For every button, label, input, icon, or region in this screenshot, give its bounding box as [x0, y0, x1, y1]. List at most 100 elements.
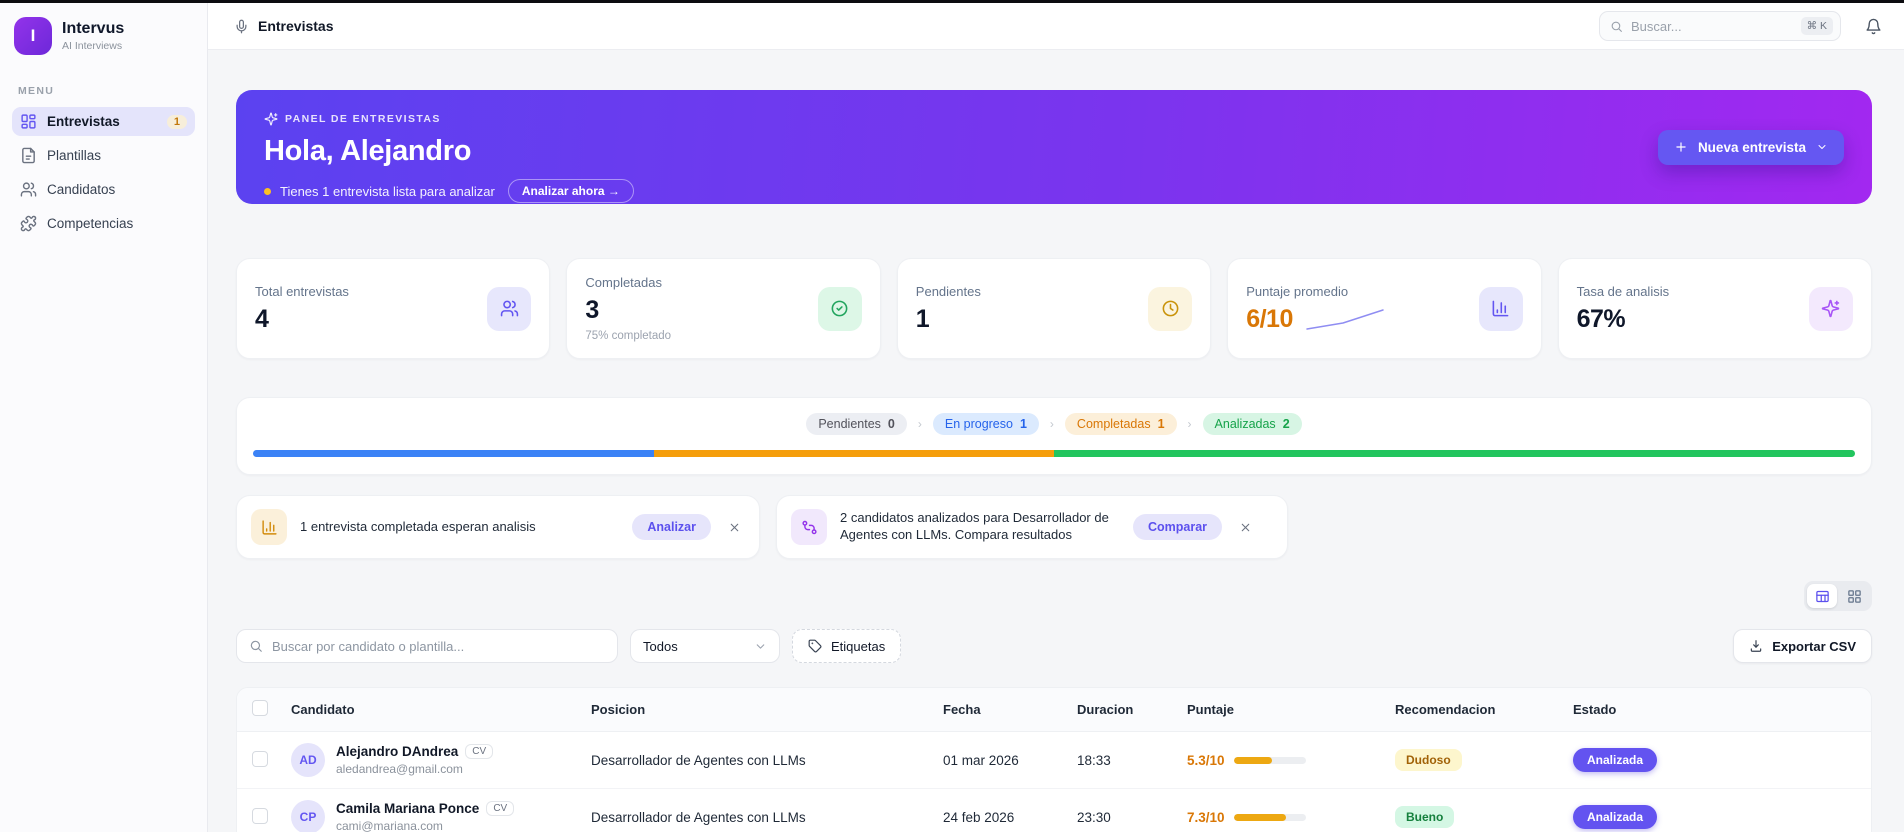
download-icon [1750, 640, 1762, 652]
column-header-status[interactable]: Estado [1565, 688, 1871, 732]
sidebar-item-candidatos[interactable]: Candidatos [12, 175, 195, 204]
sparkles-icon [1822, 299, 1840, 318]
global-search[interactable]: ⌘ K [1599, 11, 1841, 41]
candidate-name: Alejandro DAndrea [336, 744, 459, 759]
column-header-position[interactable]: Posicion [583, 688, 935, 732]
stage-analizadas[interactable]: Analizadas 2 [1202, 413, 1302, 435]
tags-filter-button[interactable]: Etiquetas [792, 629, 902, 663]
table-view-icon [1815, 590, 1829, 602]
stat-subtext: 75% completado [585, 330, 672, 342]
stat-label: Puntaje promedio [1246, 283, 1349, 299]
brand: I Intervus AI Interviews [12, 15, 195, 57]
bell-icon [1866, 18, 1881, 34]
cv-badge[interactable]: CV [465, 744, 494, 759]
bar-chart-icon [261, 519, 277, 535]
alert-text: 1 entrevista completada esperan analisis [300, 518, 536, 534]
notice-dot [264, 187, 271, 195]
stat-value: 6/10 [1246, 304, 1293, 333]
grid-view-icon [1847, 589, 1861, 603]
stat-value: 4 [255, 304, 269, 333]
column-header-recommendation[interactable]: Recomendacion [1387, 688, 1565, 732]
avatar: AD [291, 743, 325, 777]
score-bar-fill [1233, 813, 1287, 821]
column-header-date[interactable]: Fecha [935, 688, 1069, 732]
candidate-search-input[interactable] [272, 638, 605, 654]
row-checkbox[interactable] [252, 750, 268, 767]
stage-completadas[interactable]: Completadas 1 [1064, 413, 1177, 435]
score-sparkline [1306, 309, 1384, 330]
stage-label: En progreso [944, 417, 1013, 431]
compare-icon [801, 520, 817, 534]
stat-value: 67% [1576, 304, 1626, 333]
analyze-now-button[interactable]: Analizar ahora → [507, 179, 634, 203]
analyze-button[interactable]: Analizar [632, 514, 711, 540]
stage-separator: › [1049, 417, 1054, 431]
sidebar-item-competencias[interactable]: Competencias [12, 209, 195, 238]
stage-count: 0 [887, 417, 895, 431]
candidate-search[interactable] [236, 629, 618, 663]
table-view-button[interactable] [1807, 584, 1837, 608]
stat-label: Tasa de analisis [1576, 283, 1670, 299]
sidebar-item-entrevistas[interactable]: Entrevistas 1 [12, 107, 195, 136]
users-icon [500, 300, 519, 317]
date-cell: 24 feb 2026 [935, 788, 1069, 832]
avatar: CP [291, 800, 325, 832]
new-interview-button[interactable]: Nueva entrevista [1657, 129, 1844, 165]
score-bar [1233, 813, 1306, 821]
sidebar: I Intervus AI Interviews MENU Entrevista… [0, 3, 208, 832]
stage-en-progreso[interactable]: En progreso 1 [932, 413, 1039, 435]
clock-icon [1162, 300, 1179, 317]
status-filter-value: Todos [643, 638, 678, 654]
stage-count: 1 [1019, 417, 1027, 431]
select-all-checkbox[interactable] [252, 700, 268, 716]
sidebar-item-label: Plantillas [47, 148, 102, 163]
stat-value: 3 [585, 296, 599, 324]
tags-filter-label: Etiquetas [831, 638, 886, 654]
column-header-candidate[interactable]: Candidato [283, 688, 583, 732]
stage-label: Pendientes [818, 417, 881, 431]
check-circle-icon [831, 300, 848, 317]
stage-pendientes[interactable]: Pendientes 0 [806, 413, 907, 435]
stat-card-total: Total entrevistas 4 [236, 258, 551, 359]
export-csv-button[interactable]: Exportar CSV [1733, 629, 1872, 663]
dashboard-grid-icon [21, 114, 36, 129]
notifications-button[interactable] [1865, 18, 1882, 35]
stat-label: Completadas [585, 275, 662, 290]
hero-eyebrow-label: PANEL DE ENTREVISTAS [285, 113, 441, 125]
sparkles-icon [264, 112, 278, 126]
sidebar-item-label: Candidatos [47, 182, 116, 197]
puzzle-icon [20, 215, 37, 232]
candidate-name: Camila Mariana Ponce [336, 801, 480, 816]
close-icon[interactable] [1235, 517, 1256, 538]
app-root: I Intervus AI Interviews MENU Entrevista… [0, 3, 1904, 832]
compare-button[interactable]: Comparar [1133, 514, 1223, 540]
sidebar-item-plantillas[interactable]: Plantillas [12, 141, 195, 170]
search-shortcut-kbd: ⌘ K [1800, 17, 1833, 35]
close-icon[interactable] [724, 517, 745, 538]
row-checkbox[interactable] [252, 807, 268, 824]
alert-pending-analysis: 1 entrevista completada esperan analisis… [236, 495, 760, 559]
global-search-input[interactable] [1631, 18, 1793, 34]
column-header-score[interactable]: Puntaje [1179, 688, 1387, 732]
cv-badge[interactable]: CV [486, 801, 515, 816]
document-icon [22, 147, 35, 164]
sidebar-item-label: Entrevistas [47, 114, 120, 129]
status-filter-select[interactable]: Todos [630, 629, 780, 663]
view-toggle-row [236, 581, 1872, 611]
column-header-duration[interactable]: Duracion [1069, 688, 1179, 732]
sidebar-item-label: Competencias [47, 216, 134, 231]
stage-count: 2 [1282, 417, 1290, 431]
stage-separator: › [917, 417, 922, 431]
stage-count: 1 [1157, 417, 1165, 431]
table-row[interactable]: AD Alejandro DAndrea CV aledandrea@gmail… [237, 731, 1871, 789]
grid-view-button[interactable] [1839, 584, 1869, 608]
stat-card-analysis-rate: Tasa de analisis 67% [1557, 258, 1872, 359]
pipeline-card: Pendientes 0 › En progreso 1 › Completadas… [236, 397, 1872, 475]
filter-row: Todos Etiquetas Exportar CSV [236, 629, 1872, 663]
stat-value: 1 [915, 304, 930, 333]
brand-tagline: AI Interviews [62, 39, 123, 52]
menu-section-label: MENU [18, 85, 55, 97]
table-row[interactable]: CP Camila Mariana Ponce CV cami@mariana.… [237, 788, 1871, 832]
page-title: Entrevistas [258, 18, 334, 34]
duration-cell: 23:30 [1069, 788, 1179, 832]
